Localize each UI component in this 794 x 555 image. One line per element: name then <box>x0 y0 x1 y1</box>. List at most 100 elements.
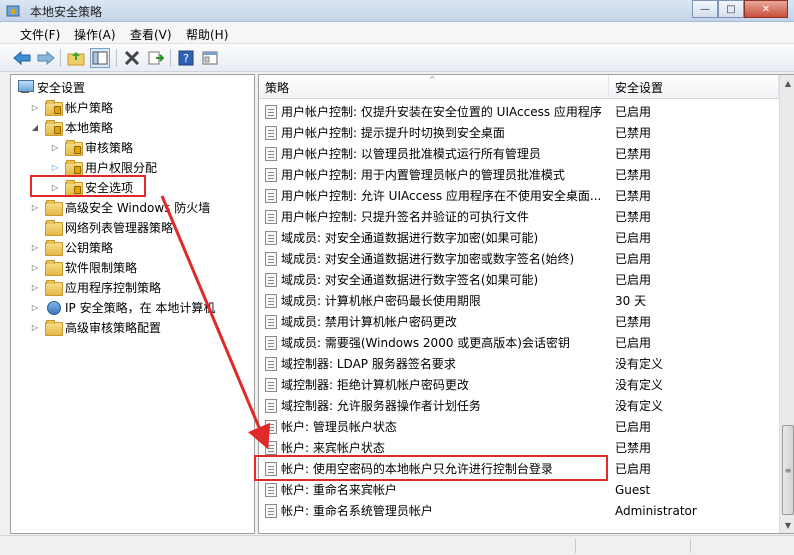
policy-row[interactable]: 用户帐户控制: 仅提升安装在安全位置的 UIAccess 应用程序 已启用 <box>259 101 779 122</box>
menu-file[interactable]: 文件(F) <box>20 26 60 43</box>
policy-document-icon <box>265 125 277 140</box>
policy-row[interactable]: 帐户: 重命名系统管理员帐户 Administrator <box>259 500 779 521</box>
expand-arrow-icon[interactable]: ▷ <box>29 301 41 313</box>
policy-setting: Administrator <box>615 503 697 518</box>
folder-icon <box>45 260 63 276</box>
policy-document-icon <box>265 209 277 224</box>
menu-help[interactable]: 帮助(H) <box>186 26 228 43</box>
policy-row[interactable]: 域成员: 对安全通道数据进行数字签名(如果可能) 已启用 <box>259 269 779 290</box>
policy-row[interactable]: 域成员: 对安全通道数据进行数字加密或数字签名(始终) 已启用 <box>259 248 779 269</box>
list-header: 策略 ^ 安全设置 <box>259 75 779 99</box>
tree-item-6[interactable]: ▷ 高级安全 Windows 防火墙 <box>29 197 210 217</box>
back-arrow-icon <box>13 51 31 65</box>
expand-arrow-icon[interactable]: ▷ <box>49 161 61 173</box>
expand-arrow-icon[interactable]: ▷ <box>49 141 61 153</box>
title-bar: 本地安全策略 — □ ✕ <box>0 0 794 22</box>
policy-document-icon <box>265 293 277 308</box>
close-button[interactable]: ✕ <box>744 0 788 18</box>
lock-icon <box>54 106 61 114</box>
policy-name: 用户帐户控制: 只提升签名并验证的可执行文件 <box>281 210 529 224</box>
tree-item-2[interactable]: ◢ 本地策略 <box>29 117 113 137</box>
policy-name: 域成员: 对安全通道数据进行数字加密(如果可能) <box>281 231 539 245</box>
tree-item-9[interactable]: ▷ 软件限制策略 <box>29 257 137 277</box>
scrollbar-thumb[interactable]: ≡ <box>782 425 794 515</box>
scroll-down-icon[interactable]: ▼ <box>780 517 794 533</box>
folder-icon <box>45 320 63 336</box>
policy-row[interactable]: 用户帐户控制: 以管理员批准模式运行所有管理员 已禁用 <box>259 143 779 164</box>
expand-arrow-icon[interactable]: ▷ <box>29 321 41 333</box>
policy-name: 域控制器: 允许服务器操作者计划任务 <box>281 399 481 413</box>
policy-row[interactable]: 用户帐户控制: 提示提升时切换到安全桌面 已禁用 <box>259 122 779 143</box>
policy-setting: 已启用 <box>615 105 652 119</box>
forward-arrow-icon <box>37 51 55 65</box>
show-hide-tree-button[interactable] <box>90 48 110 68</box>
tree-item-label: 安全设置 <box>37 80 86 95</box>
tree-item-3[interactable]: ▷ 审核策略 <box>49 137 133 157</box>
tree-item-7[interactable]: 网络列表管理器策略 <box>29 217 173 237</box>
back-button[interactable] <box>12 48 32 68</box>
tree-item-label: 软件限制策略 <box>65 260 138 275</box>
tree-item-label: 用户权限分配 <box>85 160 158 175</box>
vertical-scrollbar[interactable]: ▲ ≡ ▼ <box>779 75 794 533</box>
expand-arrow-icon[interactable]: ▷ <box>29 261 41 273</box>
policy-setting: 已启用 <box>615 231 652 245</box>
policy-row[interactable]: 域控制器: 拒绝计算机帐户密码更改 没有定义 <box>259 374 779 395</box>
window-title: 本地安全策略 <box>30 5 103 19</box>
maximize-button[interactable]: □ <box>718 0 744 18</box>
tree-item-0[interactable]: 安全设置 <box>17 77 85 97</box>
properties-button[interactable] <box>200 48 220 68</box>
policy-row[interactable]: 用户帐户控制: 只提升签名并验证的可执行文件 已禁用 <box>259 206 779 227</box>
policy-name: 域控制器: LDAP 服务器签名要求 <box>281 357 456 371</box>
policy-row[interactable]: 域成员: 计算机帐户密码最长使用期限 30 天 <box>259 290 779 311</box>
policy-setting: 已禁用 <box>615 441 652 455</box>
scroll-up-icon[interactable]: ▲ <box>780 75 794 91</box>
tree-item-11[interactable]: ▷ IP 安全策略，在 本地计算机 <box>29 297 215 317</box>
policy-setting: 已启用 <box>615 273 652 287</box>
policy-name: 用户帐户控制: 用于内置管理员帐户的管理员批准模式 <box>281 168 565 182</box>
expand-arrow-icon[interactable]: ▷ <box>29 241 41 253</box>
lock-icon <box>74 166 81 174</box>
tree-item-8[interactable]: ▷ 公钥策略 <box>29 237 113 257</box>
policy-row[interactable]: 域成员: 对安全通道数据进行数字加密(如果可能) 已启用 <box>259 227 779 248</box>
status-bar <box>0 535 794 555</box>
tree-item-1[interactable]: ▷ 帐户策略 <box>29 97 113 117</box>
delete-button[interactable] <box>122 48 142 68</box>
policy-setting: 已启用 <box>615 252 652 266</box>
policy-row[interactable]: 域控制器: LDAP 服务器签名要求 没有定义 <box>259 353 779 374</box>
policy-name: 域控制器: 拒绝计算机帐户密码更改 <box>281 378 469 392</box>
expand-arrow-icon[interactable]: ▷ <box>29 201 41 213</box>
policy-row[interactable]: 帐户: 重命名来宾帐户 Guest <box>259 479 779 500</box>
policy-row[interactable]: 用户帐户控制: 允许 UIAccess 应用程序在不使用安全桌面... 已禁用 <box>259 185 779 206</box>
policy-row[interactable]: 帐户: 管理员帐户状态 已启用 <box>259 416 779 437</box>
column-header-policy[interactable]: 策略 ^ <box>259 75 609 99</box>
policy-setting: 没有定义 <box>615 399 664 413</box>
local-security-policy-window: 本地安全策略 — □ ✕ 文件(F) 操作(A) 查看(V) 帮助(H) ? 安… <box>0 0 794 555</box>
policy-row[interactable]: 域成员: 禁用计算机帐户密码更改 已禁用 <box>259 311 779 332</box>
tree-item-12[interactable]: ▷ 高级审核策略配置 <box>29 317 161 337</box>
policy-document-icon <box>265 104 277 119</box>
policy-row[interactable]: 域控制器: 允许服务器操作者计划任务 没有定义 <box>259 395 779 416</box>
help-button[interactable]: ? <box>176 48 196 68</box>
policy-name: 用户帐户控制: 提示提升时切换到安全桌面 <box>281 126 505 140</box>
policy-row[interactable]: 域成员: 需要强(Windows 2000 或更高版本)会话密钥 已启用 <box>259 332 779 353</box>
sort-ascending-icon: ^ <box>429 75 436 84</box>
expand-arrow-icon[interactable]: ▷ <box>29 101 41 113</box>
lock-icon <box>54 126 61 134</box>
minimize-button[interactable]: — <box>692 0 718 18</box>
policy-row[interactable]: 用户帐户控制: 用于内置管理员帐户的管理员批准模式 已禁用 <box>259 164 779 185</box>
export-list-button[interactable] <box>146 48 166 68</box>
expand-arrow-icon[interactable]: ◢ <box>29 121 41 133</box>
tree-item-4[interactable]: ▷ 用户权限分配 <box>49 157 157 177</box>
expand-arrow-icon[interactable]: ▷ <box>29 281 41 293</box>
tree-item-label: IP 安全策略，在 本地计算机 <box>65 300 216 315</box>
column-header-setting[interactable]: 安全设置 <box>609 75 779 99</box>
menu-view[interactable]: 查看(V) <box>130 26 172 43</box>
policy-document-icon <box>265 398 277 413</box>
help-icon: ? <box>178 50 194 66</box>
policy-document-icon <box>265 167 277 182</box>
tree-item-10[interactable]: ▷ 应用程序控制策略 <box>29 277 161 297</box>
policy-document-icon <box>265 503 277 518</box>
up-level-button[interactable] <box>66 48 86 68</box>
forward-button[interactable] <box>36 48 56 68</box>
menu-action[interactable]: 操作(A) <box>74 26 116 43</box>
